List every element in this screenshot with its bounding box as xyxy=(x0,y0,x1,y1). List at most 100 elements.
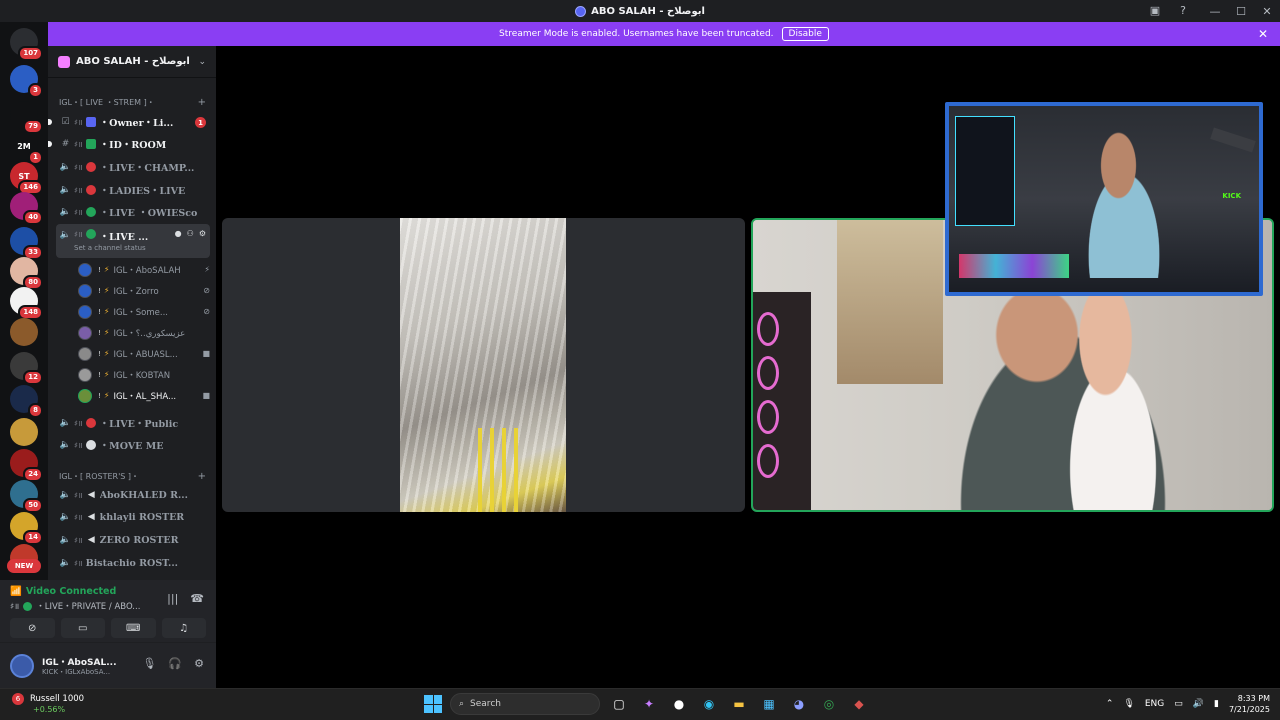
voice-member[interactable]: ! ⚡ IGL・عزيسكوري..؟ xyxy=(78,323,210,342)
file-explorer-icon[interactable]: ▬ xyxy=(728,693,750,715)
channel-prefix: ♯॥ xyxy=(74,230,83,239)
noise-suppression-icon[interactable]: ||| xyxy=(167,592,178,605)
server-icon-1[interactable]: 3 xyxy=(10,65,43,98)
channel-ladies-live[interactable]: 🔈 ♯॥ ・LADIES・LIVE xyxy=(56,180,210,200)
channel-prefix: ♯॥ xyxy=(74,512,83,522)
activities-button[interactable]: ⌨ xyxy=(111,618,156,638)
voice-status[interactable]: 📶 Video Connected xyxy=(10,586,116,597)
copilot-icon[interactable]: ✦ xyxy=(638,693,660,715)
channel-move-me[interactable]: 🔈 ♯॥ ・MOVE ME xyxy=(56,435,210,455)
taskbar-search[interactable]: ⌕ Search xyxy=(450,693,600,715)
windows-start-icon[interactable] xyxy=(424,695,442,713)
channel-status[interactable]: Set a channel status xyxy=(74,244,146,252)
search-icon: ⌕ xyxy=(459,699,465,709)
voice-member[interactable]: ! ⚡ IGL・Zorro ⊘ xyxy=(78,281,210,300)
channel-owner[interactable]: ☑ ♯॥ ・Owner・Li... 1 xyxy=(48,112,210,132)
server-icon-0[interactable]: 107 xyxy=(10,28,43,61)
server-icon-4[interactable]: ST 146 xyxy=(10,162,43,195)
chrome-icon[interactable]: ◎ xyxy=(818,693,840,715)
server-icon-3[interactable]: 2M 1 xyxy=(10,132,43,165)
gear-icon[interactable]: ⚙ xyxy=(199,229,206,238)
voice-member[interactable]: ! ⚡ IGL・AL_SHA... ■ xyxy=(78,386,210,405)
guild-header[interactable]: ABO SALAH - ابوصلاح ⌄ xyxy=(48,46,216,78)
battery-icon[interactable]: ▮ xyxy=(1214,699,1219,709)
server-badge: 12 xyxy=(23,370,43,385)
member-name: IGL・ABUASL... xyxy=(113,349,178,360)
server-icon-11[interactable]: 8 xyxy=(10,385,43,418)
volume-icon[interactable]: 🔊 xyxy=(1193,699,1204,709)
minimize-button[interactable]: — xyxy=(1202,0,1228,22)
video-tile-left[interactable] xyxy=(222,218,745,512)
new-servers-pill[interactable]: NEW xyxy=(7,559,41,573)
edge-icon[interactable]: ◉ xyxy=(698,693,720,715)
server-icon-6[interactable]: 33 xyxy=(10,227,43,260)
microphone-icon[interactable]: 🎙 xyxy=(142,657,156,670)
shield-app-icon[interactable]: ◆ xyxy=(848,693,870,715)
server-icon-9[interactable] xyxy=(10,318,38,346)
microphone-icon[interactable]: 🎙 xyxy=(1123,699,1134,709)
channel-live-owiesco[interactable]: 🔈 ♯॥ ・LIVE ・OWIESco xyxy=(56,202,210,222)
channel-bistachio-roster[interactable]: 🔈 ♯॥ Bistachio ROST... xyxy=(56,553,210,573)
maximize-button[interactable]: ☐ xyxy=(1228,0,1254,22)
voice-member[interactable]: ! ⚡ IGL・KOBTAN xyxy=(78,365,210,384)
clock[interactable]: 8:33 PM 7/21/2025 xyxy=(1229,693,1270,715)
server-icon-14[interactable]: 50 xyxy=(10,480,43,513)
disconnect-icon[interactable]: ☎ xyxy=(190,592,204,605)
channel-khlayli-roster[interactable]: 🔈 ♯॥ ◀ khlayli ROSTER xyxy=(56,507,210,527)
speaker-icon: 🔈 xyxy=(59,207,72,217)
task-view-icon[interactable]: ▢ xyxy=(608,693,630,715)
disable-button[interactable]: Disable xyxy=(781,27,829,41)
network-icon[interactable]: ▭ xyxy=(1174,699,1183,709)
chevron-down-icon[interactable]: ⌄ xyxy=(198,57,206,67)
add-channel-icon[interactable]: + xyxy=(198,471,206,482)
server-icon-5[interactable]: 40 xyxy=(10,192,43,225)
member-tag: ! xyxy=(98,349,101,358)
voice-member[interactable]: ! ⚡ IGL・AboSALAH ⚡ xyxy=(78,260,210,279)
screen-share-button[interactable]: ▭ xyxy=(60,618,105,638)
soundboard-button[interactable]: ♫ xyxy=(161,618,206,638)
category-rosters[interactable]: IGL・[ ROSTER'S ]・ + xyxy=(48,468,216,484)
stock-widget[interactable]: 6 Russell 1000 +0.56% xyxy=(12,693,84,714)
channel-live-public[interactable]: 🔈 ♯॥ ・LIVE・Public xyxy=(56,413,210,433)
channel-abokhaled-roster[interactable]: 🔈 ♯॥ ◀ AboKHALED R... xyxy=(56,485,210,505)
server-icon-13[interactable]: 24 xyxy=(10,449,43,482)
channel-id-room[interactable]: # ♯॥ ・ID・ROOM xyxy=(48,134,210,154)
stream-overlay[interactable]: KICK xyxy=(945,102,1263,296)
channel-live-champ[interactable]: 🔈 ♯॥ ・LIVE・CHAMP... xyxy=(56,157,210,177)
title-bar: ABO SALAH - ابوصلاح ▣ ? — ☐ ✕ xyxy=(0,0,1280,22)
inbox-icon[interactable]: ▣ xyxy=(1148,3,1162,17)
server-icon-15[interactable]: 14 xyxy=(10,512,43,545)
voice-member[interactable]: ! ⚡ IGL・ABUASL... ■ xyxy=(78,344,210,363)
avatar xyxy=(78,283,92,298)
avatar[interactable] xyxy=(10,654,34,678)
channel-live-active[interactable]: 🔈 ♯॥ ・LIVE ... ● ⚇ ⚙ Set a channel statu… xyxy=(56,224,210,258)
invite-icon[interactable]: ⚇ xyxy=(187,229,194,238)
headphones-icon[interactable]: 🎧 xyxy=(168,657,182,670)
bolt-icon: ⚡ xyxy=(103,370,110,379)
voice-channel[interactable]: ♯॥ ・LIVE・PRIVATE / ABO... xyxy=(10,600,140,612)
close-window-button[interactable]: ✕ xyxy=(1254,0,1280,22)
github-icon[interactable]: ● xyxy=(668,693,690,715)
help-icon[interactable]: ? xyxy=(1176,3,1190,17)
chevron-up-icon[interactable]: ⌃ xyxy=(1106,699,1114,709)
language-indicator[interactable]: ENG xyxy=(1145,699,1164,709)
green-circle-emoji-icon xyxy=(23,601,33,611)
camera-off-button[interactable]: ⊘ xyxy=(10,618,55,638)
gear-icon[interactable]: ⚙ xyxy=(194,657,204,670)
server-icon-12[interactable] xyxy=(10,418,38,446)
channel-zero-roster[interactable]: 🔈 ♯॥ ◀ ZERO ROSTER xyxy=(56,530,210,550)
server-icon-8[interactable]: 148 xyxy=(10,287,43,320)
close-icon[interactable]: ✕ xyxy=(1258,27,1268,41)
server-icon-2[interactable]: 79 xyxy=(10,101,43,134)
chat-icon[interactable]: ● xyxy=(175,229,182,238)
category-live-strem[interactable]: IGL・[ LIVE ・STREM ]・ + xyxy=(48,94,216,110)
server-icon-10[interactable]: 12 xyxy=(10,352,43,385)
unread-indicator xyxy=(48,141,52,147)
discord-window: ABO SALAH - ابوصلاح ▣ ? — ☐ ✕ 107 3 79 2M 1 S… xyxy=(0,0,1280,720)
store-icon[interactable]: ▦ xyxy=(758,693,780,715)
discord-icon[interactable]: ◕ xyxy=(788,693,810,715)
voice-member[interactable]: ! ⚡ IGL・Some... ⊘ xyxy=(78,302,210,321)
add-channel-icon[interactable]: + xyxy=(198,97,206,108)
server-icon-7[interactable]: 80 xyxy=(10,257,43,290)
window-title-text: ABO SALAH - ابوصلاح xyxy=(591,5,705,17)
